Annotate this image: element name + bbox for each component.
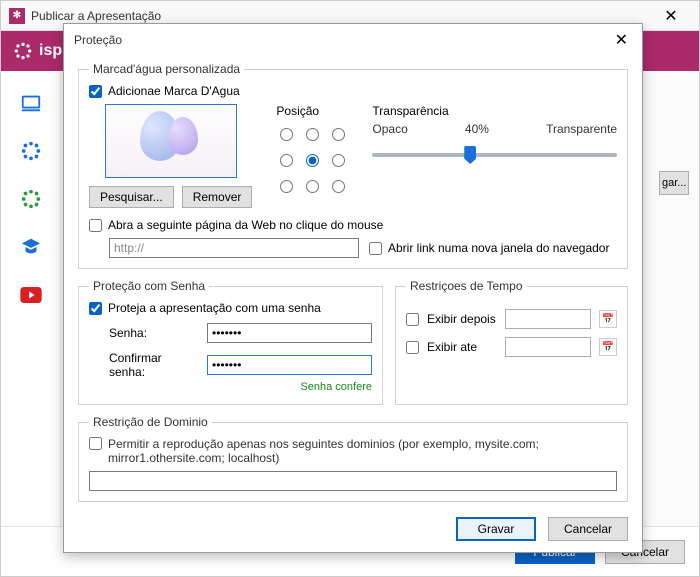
brand-text: isp [39, 42, 62, 60]
position-radio-2[interactable] [332, 128, 345, 141]
domain-fieldset: Restrição de Dominio Permitir a reproduç… [78, 415, 628, 502]
confirm-password-input[interactable] [207, 355, 372, 375]
position-radio-0[interactable] [280, 128, 293, 141]
show-after-date-input[interactable] [505, 309, 591, 329]
confirm-password-label: Confirmar senha: [109, 351, 199, 379]
position-radio-8[interactable] [332, 180, 345, 193]
password-legend: Proteção com Senha [89, 279, 209, 293]
show-after-checkbox[interactable] [406, 313, 419, 326]
calendar-icon[interactable]: 📅 [599, 338, 617, 356]
position-radio-1[interactable] [306, 128, 319, 141]
protection-dialog: Proteção ✕ Marcad'água personalizada Adi… [63, 23, 643, 553]
position-label: Posição [276, 104, 348, 118]
protect-input[interactable] [89, 302, 102, 315]
domain-list-input[interactable] [89, 471, 617, 491]
transparency-label: Transparência [372, 104, 617, 118]
position-radio-7[interactable] [306, 180, 319, 193]
transparency-group: Transparência Opaco 40% Transparente [372, 104, 617, 208]
position-grid [276, 124, 348, 196]
dialog-bottom-bar: Gravar Cancelar [64, 506, 642, 552]
webclick-input[interactable] [89, 219, 102, 232]
add-watermark-input[interactable] [89, 85, 102, 98]
sidebar-item-education[interactable] [19, 235, 43, 259]
sidebar-item-youtube[interactable] [19, 283, 43, 307]
watermark-legend: Marcad'água personalizada [89, 62, 244, 76]
cancel-button[interactable]: Cancelar [548, 517, 628, 541]
time-fieldset: Restriçoes de Tempo Exibir depois 📅 Exib… [395, 279, 628, 405]
sidebar-item-ispring[interactable] [19, 139, 43, 163]
time-legend: Restriçoes de Tempo [406, 279, 527, 293]
domain-allow-label: Permitir a reprodução apenas nos seguint… [108, 437, 617, 465]
password-input[interactable] [207, 323, 372, 343]
transparency-slider[interactable] [372, 144, 617, 168]
domain-legend: Restrição de Dominio [89, 415, 212, 429]
newwindow-label: Abrir link numa nova janela do navegador [388, 241, 609, 255]
remove-button[interactable]: Remover [182, 186, 253, 208]
app-icon: ✻ [9, 8, 25, 24]
sidebar-item-lms[interactable] [19, 187, 43, 211]
transparency-value: 40% [465, 122, 489, 136]
position-radio-6[interactable] [280, 180, 293, 193]
show-until-label: Exibir ate [427, 340, 497, 354]
add-watermark-label: Adicionae Marca D'Agua [108, 84, 240, 98]
position-radio-4[interactable] [306, 154, 319, 167]
newwindow-input[interactable] [369, 242, 382, 255]
webclick-url-input[interactable] [109, 238, 359, 258]
webclick-checkbox[interactable]: Abra a seguinte página da Web no clique … [89, 218, 617, 232]
password-label: Senha: [109, 326, 199, 340]
browse-button[interactable]: Pesquisar... [89, 186, 174, 208]
position-radio-3[interactable] [280, 154, 293, 167]
slider-thumb[interactable] [464, 146, 476, 164]
dialog-title: Proteção [74, 33, 611, 47]
password-fieldset: Proteção com Senha Proteja a apresentaçã… [78, 279, 383, 405]
show-until-date-input[interactable] [505, 337, 591, 357]
sidebar [1, 71, 61, 526]
add-watermark-checkbox[interactable]: Adicionae Marca D'Agua [89, 84, 617, 98]
transparency-right-label: Transparente [546, 122, 617, 136]
domain-allow-checkbox[interactable] [89, 437, 102, 450]
main-window: ✻ Publicar a Apresentação ✕ isp gar... P… [0, 0, 700, 577]
transparency-left-label: Opaco [372, 122, 407, 136]
show-until-checkbox[interactable] [406, 341, 419, 354]
window-close-icon[interactable]: ✕ [651, 6, 691, 26]
dialog-content: Marcad'água personalizada Adicionae Marc… [64, 56, 642, 506]
window-title: Publicar a Apresentação [31, 9, 651, 23]
watermark-fieldset: Marcad'água personalizada Adicionae Marc… [78, 62, 628, 269]
protect-label: Proteja a apresentação com uma senha [108, 301, 321, 315]
show-after-label: Exibir depois [427, 312, 497, 326]
password-match-message: Senha confere [89, 381, 372, 393]
watermark-preview [105, 104, 237, 178]
calendar-icon[interactable]: 📅 [599, 310, 617, 328]
save-button[interactable]: Gravar [456, 517, 536, 541]
protect-checkbox[interactable]: Proteja a apresentação com uma senha [89, 301, 372, 315]
cropped-button-fragment[interactable]: gar... [659, 171, 689, 195]
balloon-icon [168, 117, 198, 155]
dialog-close-icon[interactable]: ✕ [611, 30, 632, 50]
slider-track [372, 153, 617, 157]
burst-icon [13, 41, 33, 61]
position-radio-5[interactable] [332, 154, 345, 167]
sidebar-item-computer[interactable] [19, 91, 43, 115]
dialog-titlebar: Proteção ✕ [64, 24, 642, 56]
newwindow-checkbox[interactable]: Abrir link numa nova janela do navegador [369, 241, 609, 255]
position-group: Posição [276, 104, 348, 208]
webclick-label: Abra a seguinte página da Web no clique … [108, 218, 383, 232]
